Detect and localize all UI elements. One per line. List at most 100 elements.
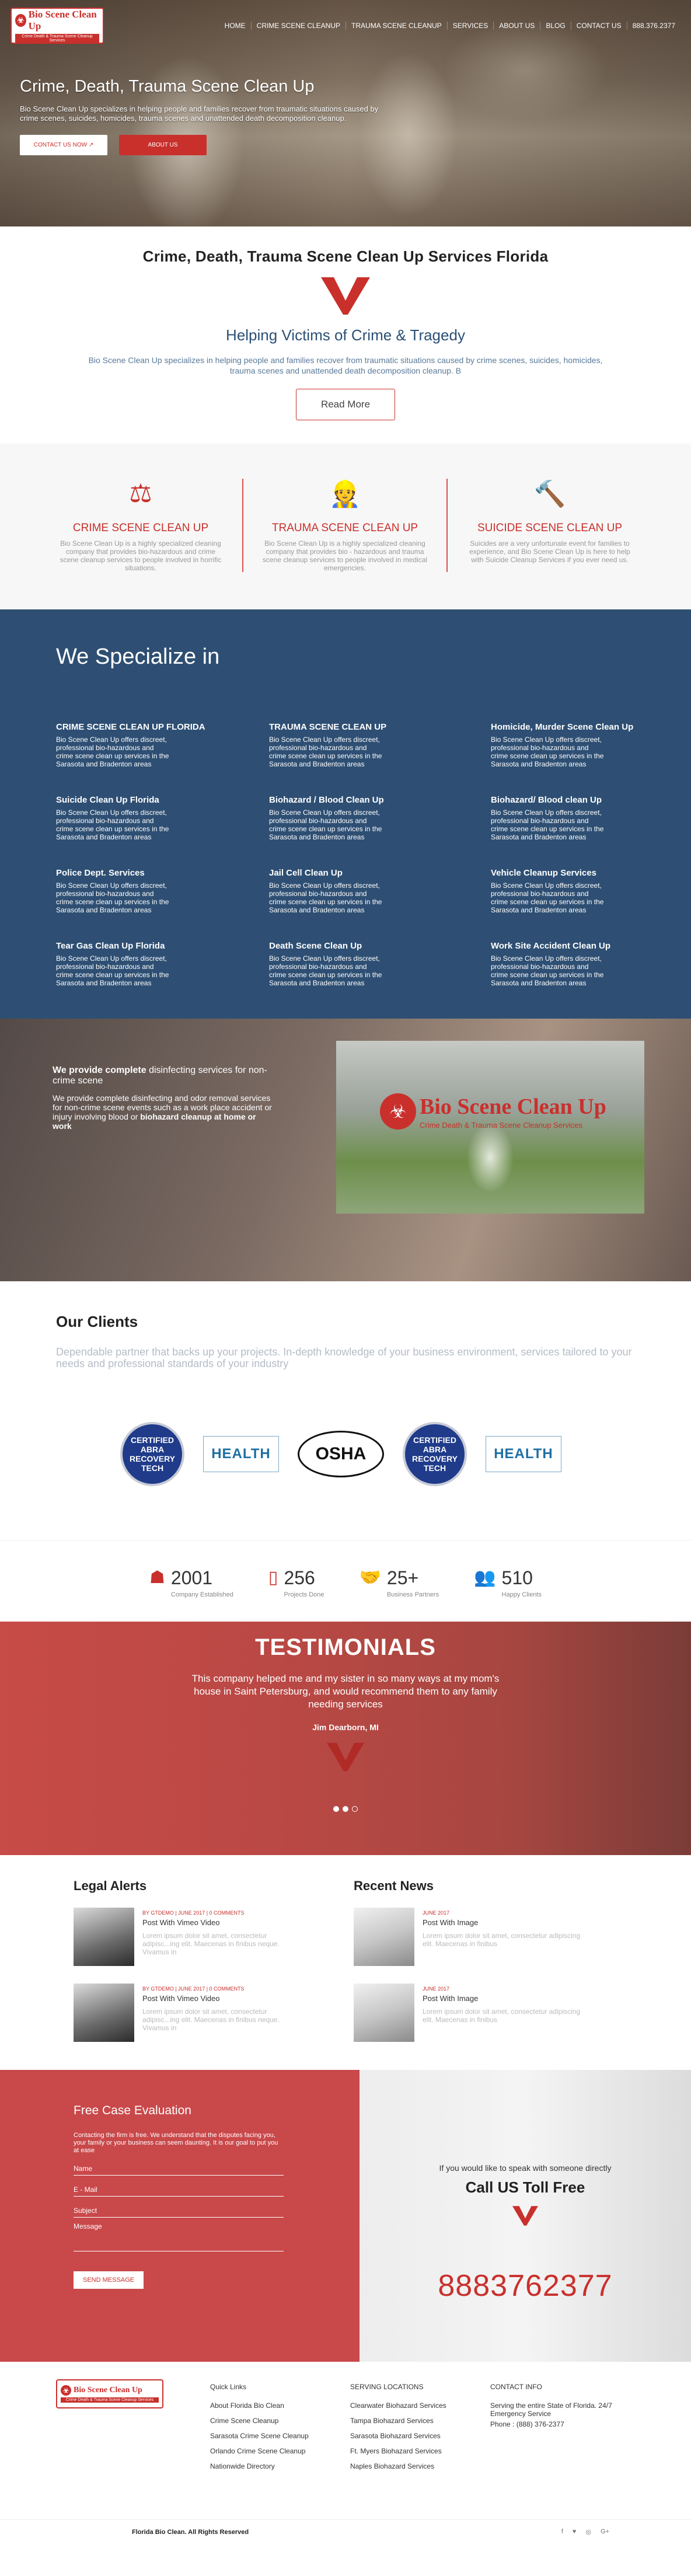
serving-link[interactable]: Sarasota Biohazard Services xyxy=(350,2432,490,2440)
post-excerpt: Lorem ipsum dolor sit amet, consectetur … xyxy=(423,1932,581,1948)
specialize-item-title[interactable]: Work Site Accident Clean Up xyxy=(491,941,635,951)
post-item[interactable]: JUNE 2017 Post With Image Lorem ipsum dolo… xyxy=(354,1984,581,2042)
post-thumbnail[interactable] xyxy=(74,1984,134,2042)
post-title[interactable]: Post With Vimeo Video xyxy=(142,1918,301,1927)
specialize-item-title[interactable]: Jail Cell Clean Up xyxy=(269,868,491,878)
serving-link[interactable]: Tampa Biohazard Services xyxy=(350,2417,490,2425)
stat-item: ☗ 2001 Company Established xyxy=(149,1567,233,1598)
quick-link[interactable]: Nationwide Directory xyxy=(210,2462,350,2470)
biohazard-icon: ☣ xyxy=(61,2385,71,2396)
specialize-item-title[interactable]: Homicide, Murder Scene Clean Up xyxy=(491,722,635,732)
specialize-item-text: Bio Scene Clean Up offers discreet, prof… xyxy=(491,808,604,841)
quick-link[interactable]: Orlando Crime Scene Cleanup xyxy=(210,2447,350,2455)
about-us-button[interactable]: ABOUT US xyxy=(119,135,207,155)
serving-link[interactable]: Naples Biohazard Services xyxy=(350,2462,490,2470)
name-field[interactable]: Name xyxy=(74,2155,284,2176)
scales-icon: ⚖ xyxy=(129,479,152,508)
post-title[interactable]: Post With Vimeo Video xyxy=(142,1994,301,2003)
post-title[interactable]: Post With Image xyxy=(423,1918,581,1927)
nav-item-services[interactable]: SERVICES xyxy=(448,22,494,30)
serving-locations: SERVING LOCATIONS Clearwater Biohazard S… xyxy=(350,2379,490,2519)
nav-item-crime-scene-cleanup[interactable]: CRIME SCENE CLEANUP xyxy=(252,22,347,30)
logo-text: Bio Scene Clean Up xyxy=(28,8,97,32)
send-message-button[interactable]: SEND MESSAGE xyxy=(74,2271,144,2289)
clients-title: Our Clients xyxy=(56,1313,138,1330)
serving-link[interactable]: Ft. Myers Biohazard Services xyxy=(350,2447,490,2455)
nav-item-about-us[interactable]: ABOUT US xyxy=(494,22,541,30)
post-thumbnail[interactable] xyxy=(354,1908,414,1966)
specialize-item-title[interactable]: Vehicle Cleanup Services xyxy=(491,868,635,878)
features-section: ⚖ CRIME SCENE CLEAN UP Bio Scene Clean Up … xyxy=(0,444,691,609)
quick-link[interactable]: Crime Scene Cleanup xyxy=(210,2417,350,2425)
specialize-item-title[interactable]: Tear Gas Clean Up Florida xyxy=(56,941,269,951)
specialize-item-title[interactable]: Death Scene Clean Up xyxy=(269,941,491,951)
biohazard-icon: ☣ xyxy=(380,1093,416,1130)
hero-title: Crime, Death, Trauma Scene Clean Up xyxy=(20,77,315,96)
read-more-button[interactable]: Read More xyxy=(295,389,396,420)
feature-title[interactable]: SUICIDE SCENE CLEAN UP xyxy=(465,522,634,535)
quick-links-title: Quick Links xyxy=(210,2383,247,2391)
nav-item-blog[interactable]: BLOG xyxy=(540,22,571,30)
site-logo[interactable]: ☣ Bio Scene Clean Up Crime Death & Trauma… xyxy=(11,8,104,44)
nav-item-contact-us[interactable]: CONTACT US xyxy=(571,22,627,30)
nav-phone[interactable]: 888.376.2377 xyxy=(627,22,680,30)
feature-title[interactable]: CRIME SCENE CLEAN UP xyxy=(57,522,225,535)
contact-section: Free Case Evaluation Contacting the firm… xyxy=(0,2070,691,2362)
document-icon: ▯ xyxy=(268,1568,278,1587)
form-title: Free Case Evaluation xyxy=(74,2104,191,2117)
quick-link[interactable]: About Florida Bio Clean xyxy=(210,2401,350,2410)
post-item[interactable]: BY GTDEMO | JUNE 2017 | 0 COMMENTS Post W… xyxy=(74,1984,301,2042)
specialize-item-title[interactable]: Biohazard/ Blood clean Up xyxy=(491,795,635,805)
specialize-item-title[interactable]: TRAUMA SCENE CLEAN UP xyxy=(269,722,491,732)
carousel-dot[interactable] xyxy=(352,1806,358,1812)
post-title[interactable]: Post With Image xyxy=(423,1994,581,2003)
stat-label: Projects Done xyxy=(284,1591,324,1598)
specialize-item-title[interactable]: Suicide Clean Up Florida xyxy=(56,795,269,805)
quick-link[interactable]: Sarasota Crime Scene Cleanup xyxy=(210,2432,350,2440)
feature-title[interactable]: TRAUMA SCENE CLEAN UP xyxy=(261,522,429,535)
post-item[interactable]: JUNE 2017 Post With Image Lorem ipsum dolo… xyxy=(354,1908,581,1966)
specialize-item-title[interactable]: Police Dept. Services xyxy=(56,868,269,878)
post-thumbnail[interactable] xyxy=(354,1984,414,2042)
specialize-item-text: Bio Scene Clean Up offers discreet, prof… xyxy=(269,881,382,914)
stat-label: Business Partners xyxy=(386,1591,439,1598)
specialize-item-text: Bio Scene Clean Up offers discreet, prof… xyxy=(491,954,604,987)
google-plus-icon[interactable]: G+ xyxy=(601,2528,609,2536)
nav-item-home[interactable]: HOME xyxy=(219,22,252,30)
health-logo: HEALTH xyxy=(486,1436,561,1472)
post-excerpt: Lorem ipsum dolor sit amet, consectetur … xyxy=(142,1932,280,1956)
post-item[interactable]: BY GTDEMO | JUNE 2017 | 0 COMMENTS Post W… xyxy=(74,1908,301,1966)
feature-card: 🔨 SUICIDE SCENE CLEAN UP Suicides are a ve… xyxy=(448,479,652,572)
post-thumbnail[interactable] xyxy=(74,1908,134,1966)
specialize-item-title[interactable]: Biohazard / Blood Clean Up xyxy=(269,795,491,805)
specialize-grid: CRIME SCENE CLEAN UP FLORIDA Bio Scene Cl… xyxy=(56,722,635,987)
services-subtitle: Helping Victims of Crime & Tragedy xyxy=(226,326,465,344)
instagram-icon[interactable]: ◎ xyxy=(585,2528,591,2536)
carousel-dot[interactable] xyxy=(343,1806,348,1812)
testimonial-quote: This company helped me and my sister in … xyxy=(191,1673,500,1710)
message-field[interactable]: Message xyxy=(74,2218,284,2251)
testimonials-section: TESTIMONIALS This company helped me and … xyxy=(0,1622,691,1855)
footer-logo[interactable]: ☣ Bio Scene Clean Up Crime Death & Trauma… xyxy=(56,2379,163,2408)
biohazard-icon: ☣ xyxy=(15,13,26,27)
email-field[interactable]: E - Mail xyxy=(74,2176,284,2197)
video-player[interactable]: ☣ Bio Scene Clean Up Crime Death & Trauma… xyxy=(336,1041,644,1214)
specialize-item-text: Bio Scene Clean Up offers discreet, prof… xyxy=(56,954,169,987)
facebook-icon[interactable]: f xyxy=(561,2528,563,2536)
contact-info-phone: Phone : (888) 376-2377 xyxy=(490,2420,564,2428)
specialize-item-text: Bio Scene Clean Up offers discreet, prof… xyxy=(269,954,382,987)
testimonials-title: TESTIMONIALS xyxy=(255,1634,436,1660)
social-links: f ♥ ◎ G+ xyxy=(561,2528,609,2536)
carousel-dot[interactable] xyxy=(333,1806,339,1812)
quick-links: Quick Links About Florida Bio Clean Crime… xyxy=(210,2379,350,2519)
recent-news-title: Recent News xyxy=(354,1878,434,1893)
contact-us-now-button[interactable]: CONTACT US NOW ↗ xyxy=(20,135,107,155)
stat-label: Happy Clients xyxy=(501,1591,542,1598)
stat-item: 🤝 25+ Business Partners xyxy=(360,1567,439,1598)
serving-link[interactable]: Clearwater Biohazard Services xyxy=(350,2401,490,2410)
subject-field[interactable]: Subject xyxy=(74,2197,284,2218)
nav-item-trauma-scene-cleanup[interactable]: TRAUMA SCENE CLEANUP xyxy=(346,22,448,30)
specialize-item-title[interactable]: CRIME SCENE CLEAN UP FLORIDA xyxy=(56,722,269,732)
twitter-icon[interactable]: ♥ xyxy=(573,2528,577,2536)
toll-free-phone[interactable]: 8883762377 xyxy=(360,2268,691,2303)
